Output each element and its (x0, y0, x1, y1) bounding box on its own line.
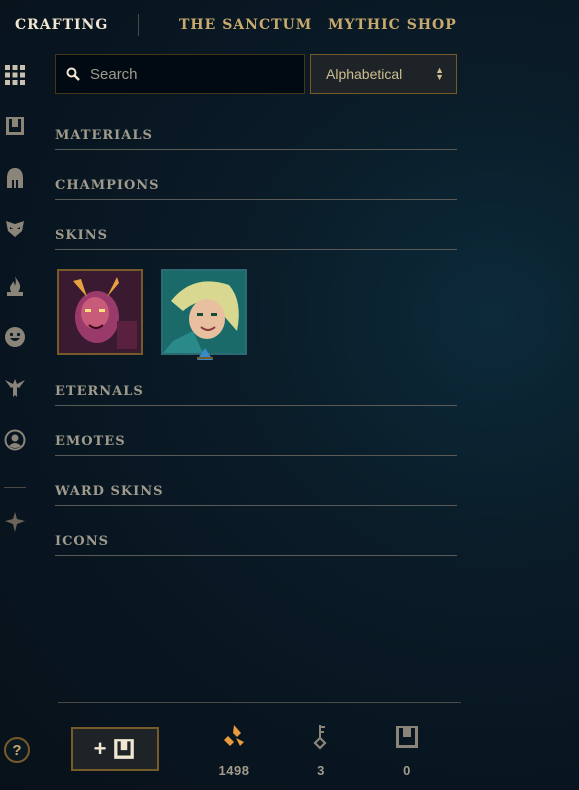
profile-icon[interactable] (3, 428, 27, 452)
section-ward-skins[interactable]: WARD SKINS (55, 484, 457, 506)
section-materials[interactable]: MATERIALS (55, 128, 457, 150)
tab-the-sanctum[interactable]: THE SANCTUM (179, 17, 312, 33)
sort-select[interactable]: Alphabetical ▲ ▼ (310, 54, 457, 94)
sort-arrows-icon: ▲ ▼ (435, 65, 444, 82)
orange-essence-amount: 1498 (218, 763, 250, 778)
help-button[interactable]: ? (4, 737, 30, 763)
section-skins[interactable]: SKINS (55, 228, 457, 250)
section-eternals[interactable]: ETERNALS (55, 384, 457, 406)
skin-portrait-image (163, 271, 245, 353)
helmet-icon[interactable] (3, 166, 27, 190)
skin-rarity-icon (197, 348, 213, 360)
emote-face-icon[interactable] (3, 325, 27, 349)
add-chest-plus: + (93, 736, 107, 761)
flame-icon[interactable] (3, 274, 27, 298)
tab-mythic-shop[interactable]: MYTHIC SHOP (328, 17, 457, 33)
top-nav: CRAFTING THE SANCTUM MYTHIC SHOP (0, 0, 579, 50)
grid-icon[interactable] (3, 63, 27, 87)
search-box (55, 54, 305, 94)
section-champions[interactable]: CHAMPIONS (55, 178, 457, 200)
eternals-icon[interactable] (3, 510, 27, 534)
key-icon (313, 725, 327, 750)
skin-shard-tile[interactable] (161, 269, 247, 355)
add-chest-button[interactable]: + (71, 727, 159, 771)
search-icon (66, 67, 80, 81)
skin-portrait-image (59, 271, 141, 353)
key-amount: 3 (317, 763, 325, 778)
skin-shard-tile[interactable] (57, 269, 143, 355)
sort-select-label: Alphabetical (326, 66, 403, 82)
mask-icon[interactable] (3, 216, 27, 240)
tab-crafting[interactable]: CRAFTING (15, 17, 108, 33)
orange-essence-icon (224, 725, 244, 746)
ward-icon[interactable] (3, 376, 27, 400)
footer-divider (58, 702, 461, 703)
chest-icon (396, 726, 418, 748)
tab-divider (138, 14, 139, 36)
orange-essence-currency: 1498 (204, 724, 264, 778)
chest-currency: 0 (377, 724, 437, 778)
chest-amount: 0 (403, 763, 411, 778)
section-icons[interactable]: ICONS (55, 534, 457, 556)
search-input[interactable] (90, 65, 290, 83)
sidebar-divider (4, 487, 26, 488)
chest-icon[interactable] (3, 114, 27, 138)
chest-icon (114, 739, 135, 759)
key-currency: 3 (291, 724, 351, 778)
section-emotes[interactable]: EMOTES (55, 434, 457, 456)
